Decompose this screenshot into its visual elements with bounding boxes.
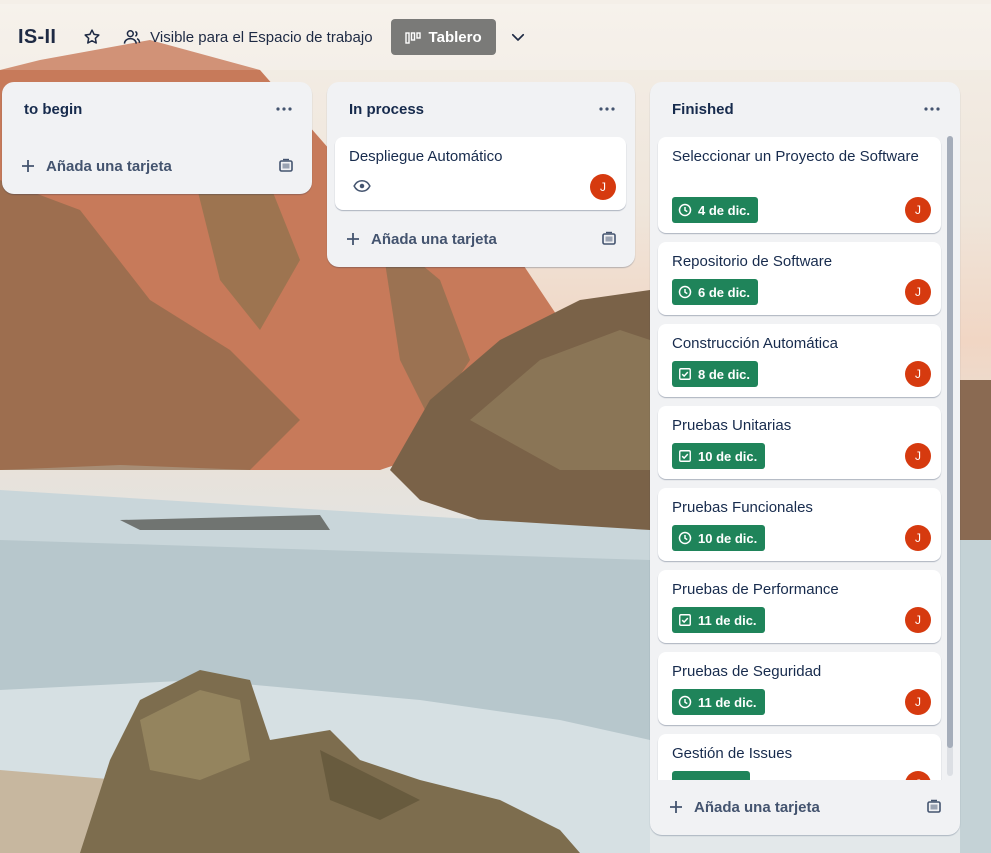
add-card-label: Añada una tarjeta bbox=[371, 230, 497, 248]
add-card-label: Añada una tarjeta bbox=[694, 798, 820, 816]
add-card-button[interactable]: Añada una tarjeta bbox=[668, 799, 820, 816]
member-avatar[interactable]: J bbox=[905, 525, 931, 551]
card-title: Pruebas de Performance bbox=[672, 581, 839, 598]
list-menu-button[interactable] bbox=[591, 93, 623, 125]
list-scrollbar-thumb[interactable] bbox=[947, 136, 953, 748]
list-finished: Finished Seleccionar un Proyecto de Soft… bbox=[650, 82, 960, 835]
checkbox-icon bbox=[679, 450, 691, 462]
due-date-badge[interactable]: 4 de dic. bbox=[672, 197, 759, 223]
due-date-label: 11 de dic. bbox=[698, 694, 757, 710]
card[interactable]: Repositorio de Software 6 de dic. J bbox=[658, 242, 941, 315]
board-view-label: Tablero bbox=[428, 28, 482, 46]
card-title: Pruebas de Seguridad bbox=[672, 663, 822, 680]
due-date-label: 6 de dic. bbox=[698, 284, 751, 300]
card[interactable]: Despliegue Automático J bbox=[335, 137, 626, 210]
add-card-button[interactable]: Añada una tarjeta bbox=[345, 231, 497, 248]
eye-icon bbox=[353, 179, 371, 193]
star-board-button[interactable] bbox=[76, 21, 108, 53]
clock-icon bbox=[678, 531, 692, 545]
due-date-badge[interactable] bbox=[672, 771, 750, 780]
due-date-label: 4 de dic. bbox=[698, 202, 751, 218]
star-icon bbox=[84, 29, 100, 44]
plus-icon bbox=[347, 233, 359, 245]
card-template-icon[interactable] bbox=[926, 799, 942, 815]
more-icon bbox=[599, 107, 615, 111]
card-title: Despliegue Automático bbox=[349, 148, 503, 165]
member-avatar[interactable]: J bbox=[905, 197, 931, 223]
card[interactable]: Construcción Automática 8 de dic. J bbox=[658, 324, 941, 397]
member-avatar[interactable]: J bbox=[905, 607, 931, 633]
board-view-button[interactable]: Tablero bbox=[390, 19, 496, 55]
card-template-icon[interactable] bbox=[601, 231, 617, 247]
add-card-row: Añada una tarjeta bbox=[327, 219, 635, 259]
due-date-badge[interactable]: 6 de dic. bbox=[672, 279, 759, 305]
member-avatar[interactable]: J bbox=[590, 174, 616, 200]
list-in-process: In process Despliegue Automático J Añada… bbox=[327, 82, 635, 267]
card-list: Seleccionar un Proyecto de Software 4 de… bbox=[650, 82, 960, 780]
member-avatar[interactable]: J bbox=[905, 279, 931, 305]
card[interactable]: Gestión de Issues J bbox=[658, 734, 941, 780]
card-title: Repositorio de Software bbox=[672, 253, 833, 270]
list-menu-button[interactable] bbox=[268, 93, 300, 125]
visibility-button[interactable]: Visible para el Espacio de trabajo bbox=[122, 27, 373, 47]
due-date-label: 10 de dic. bbox=[698, 448, 758, 464]
card[interactable]: Pruebas de Performance 11 de dic. J bbox=[658, 570, 941, 643]
add-card-button[interactable]: Añada una tarjeta bbox=[20, 158, 172, 175]
checklist-badge[interactable]: 11 de dic. bbox=[672, 607, 765, 633]
member-avatar[interactable]: J bbox=[905, 361, 931, 387]
people-icon bbox=[122, 27, 142, 47]
due-date-label: 10 de dic. bbox=[698, 530, 758, 546]
card-template-icon[interactable] bbox=[278, 158, 294, 174]
member-avatar[interactable]: J bbox=[905, 689, 931, 715]
more-icon bbox=[276, 107, 292, 111]
checklist-badge[interactable]: 10 de dic. bbox=[672, 443, 766, 469]
member-avatar[interactable]: J bbox=[905, 771, 931, 780]
card-title: Pruebas Unitarias bbox=[672, 417, 792, 434]
plus-icon bbox=[22, 160, 34, 172]
due-date-badge[interactable]: 10 de dic. bbox=[672, 525, 766, 551]
card-title: Construcción Automática bbox=[672, 335, 838, 352]
card-title: Seleccionar un Proyecto de Software bbox=[672, 148, 919, 165]
checkbox-icon bbox=[679, 614, 691, 626]
visibility-label: Visible para el Espacio de trabajo bbox=[150, 28, 373, 46]
card[interactable]: Pruebas de Seguridad 11 de dic. J bbox=[658, 652, 941, 725]
board-title[interactable]: IS-II bbox=[18, 26, 56, 49]
clock-icon bbox=[678, 285, 692, 299]
add-card-row: Añada una tarjeta bbox=[2, 146, 312, 186]
board-view-icon bbox=[404, 31, 421, 44]
list-scrollbar[interactable] bbox=[947, 136, 953, 776]
view-switcher-button[interactable] bbox=[502, 21, 534, 53]
add-card-row: Añada una tarjeta bbox=[650, 787, 960, 827]
due-date-label: 11 de dic. bbox=[698, 612, 757, 628]
card[interactable]: Seleccionar un Proyecto de Software 4 de… bbox=[658, 137, 941, 233]
clock-icon bbox=[678, 695, 692, 709]
checkbox-icon bbox=[679, 368, 691, 380]
due-date-badge[interactable]: 11 de dic. bbox=[672, 689, 765, 715]
board-header: IS-II Visible para el Espacio de trabajo… bbox=[0, 4, 991, 70]
add-card-label: Añada una tarjeta bbox=[46, 157, 172, 175]
list-to-begin: to begin Añada una tarjeta bbox=[2, 82, 312, 194]
due-date-label: 8 de dic. bbox=[698, 366, 751, 382]
card[interactable]: Pruebas Unitarias 10 de dic. J bbox=[658, 406, 941, 479]
list-title[interactable]: In process bbox=[349, 101, 424, 118]
member-avatar[interactable]: J bbox=[905, 443, 931, 469]
plus-icon bbox=[670, 801, 682, 813]
list-title[interactable]: to begin bbox=[24, 101, 82, 118]
card[interactable]: Pruebas Funcionales 10 de dic. J bbox=[658, 488, 941, 561]
checklist-badge[interactable]: 8 de dic. bbox=[672, 361, 759, 387]
chevron-down-icon bbox=[511, 33, 524, 41]
clock-icon bbox=[678, 203, 692, 217]
card-title: Pruebas Funcionales bbox=[672, 499, 813, 516]
card-title: Gestión de Issues bbox=[672, 745, 793, 762]
